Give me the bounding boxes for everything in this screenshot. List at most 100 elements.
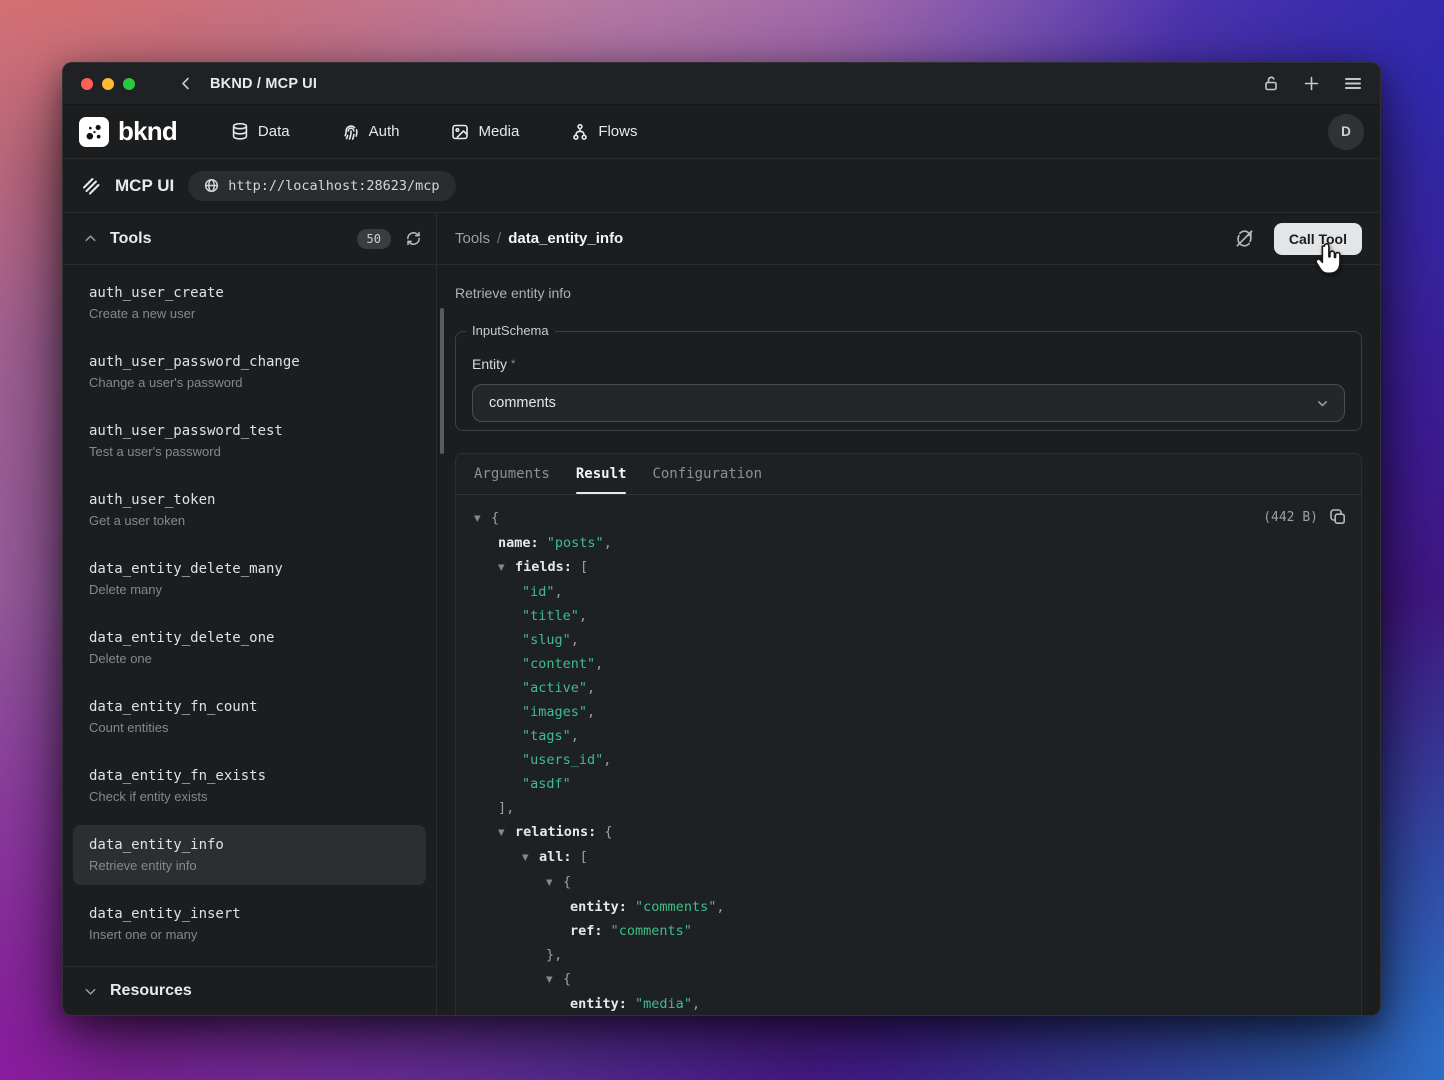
back-button[interactable] bbox=[178, 75, 194, 92]
result-meta: (442 B) bbox=[1263, 508, 1347, 526]
user-avatar[interactable]: D bbox=[1328, 114, 1364, 150]
entity-select-value: comments bbox=[489, 395, 556, 411]
scrollbar-thumb[interactable] bbox=[440, 308, 444, 454]
entity-select[interactable]: comments bbox=[472, 384, 1345, 422]
json-line: }, bbox=[472, 943, 1345, 967]
lock-open-icon[interactable] bbox=[1263, 75, 1279, 92]
tool-desc: Retrieve entity info bbox=[89, 857, 410, 875]
tool-item-data_entity_insert[interactable]: data_entity_insert Insert one or many bbox=[73, 894, 426, 954]
resources-section-header[interactable]: Resources bbox=[63, 966, 436, 1015]
maximize-window-button[interactable] bbox=[123, 78, 135, 90]
tool-name: auth_user_password_change bbox=[89, 352, 410, 372]
tab-arguments[interactable]: Arguments bbox=[474, 454, 550, 494]
json-line: "images", bbox=[472, 700, 1345, 724]
input-schema-legend: InputSchema bbox=[466, 323, 555, 338]
entity-field-label: Entity* bbox=[472, 354, 1345, 374]
tool-desc: Insert one or many bbox=[89, 926, 410, 944]
json-token-str: "images" bbox=[522, 704, 587, 720]
json-token-str: "users_id" bbox=[522, 752, 603, 768]
tool-name: auth_user_token bbox=[89, 490, 410, 510]
json-token-punct: , bbox=[555, 584, 563, 600]
tool-detail-body: Retrieve entity info InputSchema Entity*… bbox=[437, 265, 1380, 1015]
json-token-punct: , bbox=[604, 535, 612, 551]
auto-refresh-off-button[interactable] bbox=[1235, 229, 1254, 248]
json-line: name: "posts", bbox=[472, 531, 1345, 555]
tool-detail-header: Tools/data_entity_info Call Tool bbox=[437, 213, 1380, 265]
tool-name: data_entity_info bbox=[89, 835, 410, 855]
chevron-down-icon bbox=[83, 984, 98, 999]
json-line: "asdf" bbox=[472, 772, 1345, 796]
tools-count-badge: 50 bbox=[357, 229, 391, 249]
json-token-punct bbox=[627, 996, 635, 1012]
collapse-arrow-icon[interactable]: ▼ bbox=[498, 821, 515, 845]
copy-result-button[interactable] bbox=[1329, 508, 1347, 526]
json-line: ▼all: [ bbox=[472, 845, 1345, 870]
nav-item-flows[interactable]: Flows bbox=[571, 123, 637, 141]
tab-configuration[interactable]: Configuration bbox=[652, 454, 762, 494]
tool-item-data_entity_delete_many[interactable]: data_entity_delete_manyDelete many bbox=[73, 549, 426, 609]
tool-item-auth_user_password_change[interactable]: auth_user_password_changeChange a user's… bbox=[73, 342, 426, 402]
mcp-icon bbox=[81, 176, 101, 196]
collapse-arrow-icon[interactable]: ▼ bbox=[474, 507, 491, 531]
tool-item-auth_user_create[interactable]: auth_user_createCreate a new user bbox=[73, 273, 426, 333]
collapse-arrow-icon[interactable]: ▼ bbox=[546, 968, 563, 992]
json-token-punct: , bbox=[595, 656, 603, 672]
window-menu-button[interactable] bbox=[1344, 76, 1362, 91]
json-token-str: "comments" bbox=[611, 923, 692, 939]
tool-item-auth_user_token[interactable]: auth_user_token Get a user token bbox=[73, 480, 426, 540]
tool-desc: Delete one bbox=[89, 650, 410, 668]
json-token-str: "content" bbox=[522, 656, 595, 672]
tool-io-panel: ArgumentsResultConfiguration (442 B) ▼{n… bbox=[455, 453, 1362, 1015]
tool-item-auth_user_password_test[interactable]: auth_user_password_testTest a user's pas… bbox=[73, 411, 426, 471]
tool-description: Retrieve entity info bbox=[455, 283, 1362, 303]
json-line: "id", bbox=[472, 580, 1345, 604]
close-window-button[interactable] bbox=[81, 78, 93, 90]
collapse-arrow-icon[interactable]: ▼ bbox=[522, 846, 539, 870]
json-line: ▼fields: [ bbox=[472, 555, 1345, 580]
tool-detail-pane: Tools/data_entity_info Call Tool Retriev… bbox=[437, 213, 1380, 1015]
brand-logo[interactable]: bknd bbox=[79, 116, 177, 147]
json-token-punct: , bbox=[603, 752, 611, 768]
nav-item-data[interactable]: Data bbox=[231, 122, 290, 141]
json-token-str: "slug" bbox=[522, 632, 571, 648]
globe-icon bbox=[204, 178, 219, 193]
minimize-window-button[interactable] bbox=[102, 78, 114, 90]
breadcrumb-parent[interactable]: Tools bbox=[455, 230, 490, 247]
json-line: entity: "media", bbox=[472, 992, 1345, 1015]
collapse-arrow-icon[interactable]: ▼ bbox=[498, 556, 515, 580]
json-token-str: "posts" bbox=[547, 535, 604, 551]
tool-item-data_entity_fn_count[interactable]: data_entity_fn_countCount entities bbox=[73, 687, 426, 747]
tools-section-header[interactable]: Tools 50 bbox=[63, 213, 436, 265]
tool-item-data_entity_fn_exists[interactable]: data_entity_fn_existsCheck if entity exi… bbox=[73, 756, 426, 816]
json-token-str: "asdf" bbox=[522, 776, 571, 792]
new-tab-button[interactable] bbox=[1303, 75, 1320, 92]
json-token-punct: , bbox=[716, 899, 724, 915]
result-panel: (442 B) ▼{name: "posts",▼fields: ["id","… bbox=[456, 495, 1361, 1015]
tool-desc: Test a user's password bbox=[89, 443, 410, 461]
json-token-punct: }, bbox=[546, 947, 562, 963]
json-token-punct: , bbox=[579, 608, 587, 624]
json-token-punct bbox=[539, 535, 547, 551]
json-token-punct: , bbox=[692, 996, 700, 1012]
select-chevron-down-icon bbox=[1315, 396, 1330, 411]
json-token-str: "comments" bbox=[635, 899, 716, 915]
json-token-punct: , bbox=[587, 680, 595, 696]
json-token-punct bbox=[627, 899, 635, 915]
tab-result[interactable]: Result bbox=[576, 454, 627, 494]
tool-item-data_entity_delete_one[interactable]: data_entity_delete_oneDelete one bbox=[73, 618, 426, 678]
main-nav: Data Auth Media Flows bbox=[231, 122, 638, 141]
json-line: ▼relations: { bbox=[472, 820, 1345, 845]
pointer-hand-icon bbox=[1313, 243, 1343, 278]
json-token-key: all: bbox=[539, 849, 572, 865]
json-token-punct: , bbox=[571, 632, 579, 648]
tool-name: data_entity_insert bbox=[89, 904, 410, 924]
tool-desc: Get a user token bbox=[89, 512, 410, 530]
app-header: bknd Data Auth Media Flows bbox=[63, 105, 1380, 159]
nav-item-media[interactable]: Media bbox=[451, 123, 519, 141]
tool-item-data_entity_info[interactable]: data_entity_info Retrieve entity info bbox=[73, 825, 426, 885]
refresh-tools-button[interactable] bbox=[405, 230, 422, 247]
collapse-arrow-icon[interactable]: ▼ bbox=[546, 871, 563, 895]
server-url-pill[interactable]: http://localhost:28623/mcp bbox=[188, 171, 455, 201]
nav-item-auth[interactable]: Auth bbox=[342, 123, 400, 141]
json-token-punct: { bbox=[563, 874, 571, 890]
